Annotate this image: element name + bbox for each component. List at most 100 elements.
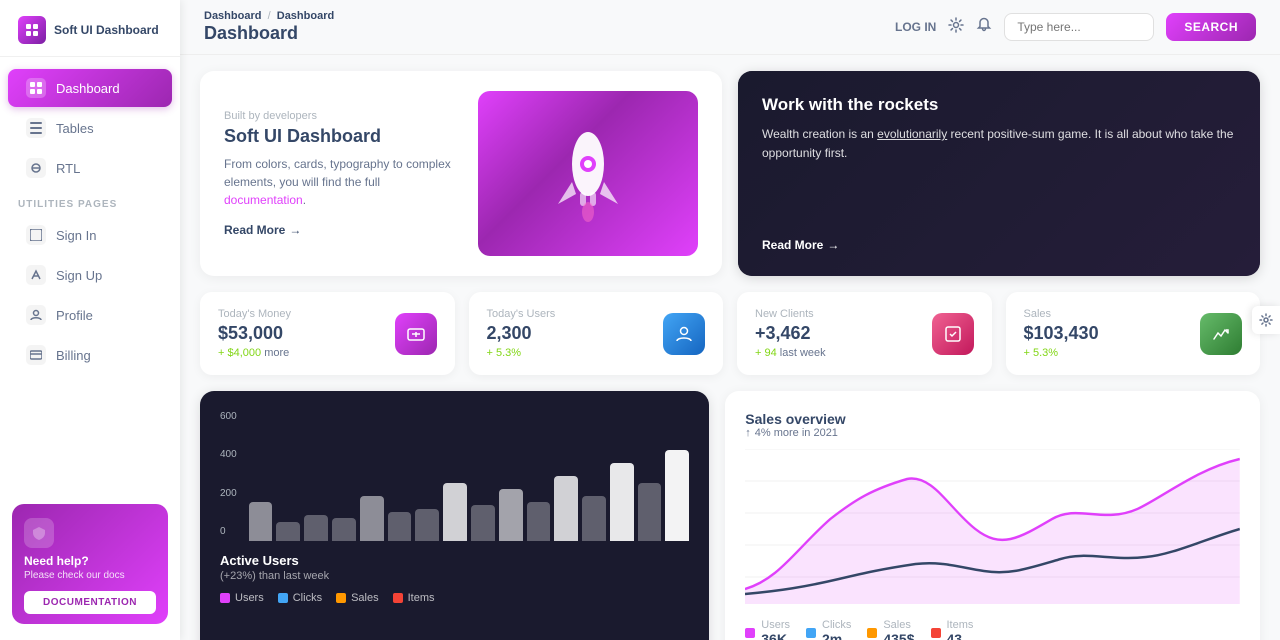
up-arrow-icon: ↑	[745, 427, 751, 439]
sidebar-item-label: Dashboard	[56, 81, 120, 96]
y-axis-labels: 600 400 200 0	[220, 411, 237, 541]
stat-color	[745, 628, 755, 638]
search-button[interactable]: SEARCH	[1166, 13, 1256, 41]
legend-stat-items: Items 43	[931, 619, 974, 640]
sidebar-item-tables[interactable]: Tables	[8, 109, 172, 147]
bar	[499, 489, 523, 541]
stat-color	[931, 628, 941, 638]
metric-card-clients: New Clients +3,462 + 94 last week	[737, 292, 992, 375]
metric-label: New Clients	[755, 308, 826, 320]
sidebar-item-label: Sign In	[56, 228, 96, 243]
hero-text: Built by developers Soft UI Dashboard Fr…	[224, 110, 464, 237]
bar	[582, 496, 606, 542]
sidebar-item-label: Billing	[56, 348, 91, 363]
stat-label: Clicks	[822, 619, 851, 631]
login-link[interactable]: LOG IN	[895, 20, 936, 34]
bar	[360, 496, 384, 542]
bar	[415, 509, 439, 542]
stat-value: 36K	[761, 631, 790, 640]
billing-icon	[26, 345, 46, 365]
sidebar-item-rtl[interactable]: RTL	[8, 149, 172, 187]
notification-icon[interactable]	[976, 17, 992, 38]
hero-read-more[interactable]: Read More →	[224, 223, 464, 237]
metric-change: + $4,000 more	[218, 347, 291, 359]
stat-value: 2m	[822, 631, 851, 640]
stat-label: Items	[947, 619, 974, 631]
stat-label: Users	[761, 619, 790, 631]
built-by-label: Built by developers	[224, 110, 464, 122]
sidebar-item-sign-up[interactable]: Sign Up	[8, 256, 172, 294]
metric-card-sales: Sales $103,430 + 5.3%	[1006, 292, 1261, 375]
metric-info: Today's Money $53,000 + $4,000 more	[218, 308, 291, 359]
money-icon	[395, 313, 437, 355]
stat-label: Sales	[883, 619, 914, 631]
stat-text: Clicks 2m	[822, 619, 851, 640]
stat-color	[867, 628, 877, 638]
sidebar-brand: Soft UI Dashboard	[0, 0, 180, 57]
promo-description: Wealth creation is an evolutionarily rec…	[762, 125, 1236, 163]
brand-title: Soft UI Dashboard	[54, 23, 159, 37]
bar	[610, 463, 634, 541]
legend-color	[336, 593, 346, 603]
bar-chart	[249, 411, 690, 541]
sidebar-help: Need help? Please check our docs DOCUMEN…	[12, 504, 168, 624]
breadcrumb-current: Dashboard	[277, 10, 334, 22]
line-chart-title: Sales overview	[745, 411, 1240, 427]
bar	[471, 505, 495, 541]
sidebar-item-profile[interactable]: Profile	[8, 296, 172, 334]
hero-image	[478, 91, 698, 256]
hero-description: From colors, cards, typography to comple…	[224, 155, 464, 209]
metric-value: 2,300	[487, 323, 556, 344]
metric-card-users: Today's Users 2,300 + 5.3%	[469, 292, 724, 375]
hero-title: Soft UI Dashboard	[224, 126, 464, 147]
sidebar-item-billing[interactable]: Billing	[8, 336, 172, 374]
help-icon	[24, 518, 54, 548]
users-icon	[663, 313, 705, 355]
stat-color	[806, 628, 816, 638]
legend-item-clicks: Clicks	[278, 592, 322, 604]
sidebar-item-sign-in[interactable]: Sign In	[8, 216, 172, 254]
sales-chart	[745, 449, 1240, 609]
stat-value: 43	[947, 631, 974, 640]
utilities-label: UTILITIES PAGES	[0, 189, 180, 214]
stat-text: Sales 435$	[883, 619, 914, 640]
sales-icon	[1200, 313, 1242, 355]
metric-value: $103,430	[1024, 323, 1099, 344]
metric-card-money: Today's Money $53,000 + $4,000 more	[200, 292, 455, 375]
metric-info: Today's Users 2,300 + 5.3%	[487, 308, 556, 359]
metric-info: Sales $103,430 + 5.3%	[1024, 308, 1099, 359]
tables-icon	[26, 118, 46, 138]
legend-label: Users	[235, 592, 264, 604]
stat-text: Users 36K	[761, 619, 790, 640]
profile-icon	[26, 305, 46, 325]
chart-legend: Users Clicks Sales Items	[220, 592, 689, 604]
sidebar: Soft UI Dashboard Dashboard Tables RTL U…	[0, 0, 180, 640]
top-row: Built by developers Soft UI Dashboard Fr…	[200, 71, 1260, 276]
bar	[554, 476, 578, 541]
legend-stat-clicks: Clicks 2m	[806, 619, 851, 640]
sidebar-item-dashboard[interactable]: Dashboard	[8, 69, 172, 107]
settings-fab[interactable]	[1252, 306, 1280, 334]
bar	[332, 518, 356, 541]
promo-read-more[interactable]: Read More →	[762, 238, 1236, 252]
dashboard-icon	[26, 78, 46, 98]
topbar-left: Dashboard / Dashboard Dashboard	[204, 10, 334, 44]
rtl-icon	[26, 158, 46, 178]
sidebar-item-label: Profile	[56, 308, 93, 323]
topbar-right: LOG IN SEARCH	[895, 13, 1256, 41]
help-subtitle: Please check our docs	[24, 570, 156, 581]
documentation-link[interactable]: documentation	[224, 193, 303, 207]
bar	[443, 483, 467, 542]
clients-icon	[932, 313, 974, 355]
promo-content: Work with the rockets Wealth creation is…	[762, 95, 1236, 163]
sidebar-item-label: RTL	[56, 161, 80, 176]
arrow-icon: →	[289, 223, 301, 237]
search-input[interactable]	[1004, 13, 1154, 41]
legend-item-items: Items	[393, 592, 435, 604]
sidebar-item-label: Tables	[56, 121, 94, 136]
settings-icon[interactable]	[948, 17, 964, 38]
documentation-button[interactable]: DOCUMENTATION	[24, 591, 156, 614]
legend-color	[220, 593, 230, 603]
legend-label: Clicks	[293, 592, 322, 604]
promo-arrow-icon: →	[827, 238, 839, 252]
